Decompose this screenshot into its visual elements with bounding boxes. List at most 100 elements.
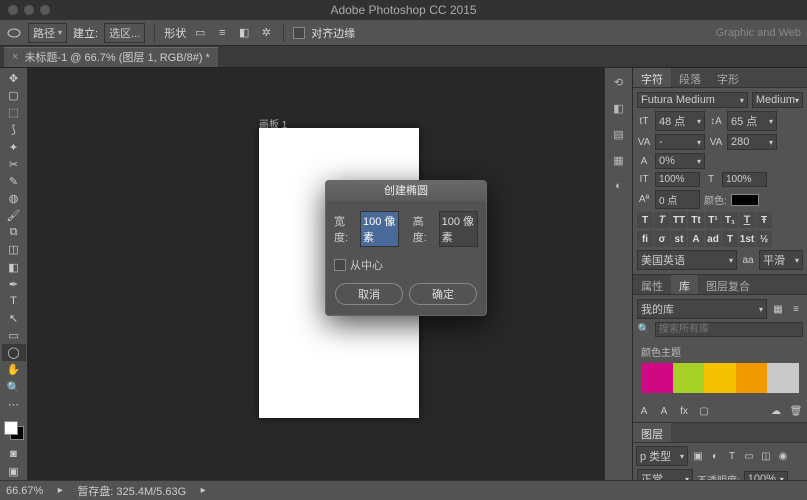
leading-input[interactable]: 65 点▾ bbox=[727, 111, 777, 131]
swatches-icon[interactable]: ▤ bbox=[611, 126, 627, 142]
filter-shape-icon[interactable]: ▭ bbox=[742, 449, 756, 463]
baseline-input[interactable]: 0%▾ bbox=[655, 153, 705, 169]
lib-fx-icon[interactable]: fx bbox=[677, 404, 691, 418]
ot-half[interactable]: ½ bbox=[756, 231, 772, 247]
superscript-button[interactable]: T¹ bbox=[705, 212, 721, 228]
scale-h-input[interactable]: 100% bbox=[722, 172, 767, 187]
tab-layers[interactable]: 图层 bbox=[633, 423, 671, 442]
adjustments-icon[interactable]: ◐ bbox=[611, 178, 627, 194]
type-tool[interactable]: T bbox=[2, 293, 26, 310]
lib-char-icon[interactable]: A bbox=[637, 404, 651, 418]
filter-adj-icon[interactable]: ◐ bbox=[708, 449, 722, 463]
kerning-input[interactable]: -▾ bbox=[655, 134, 705, 150]
pen-tool[interactable]: ✒ bbox=[2, 276, 26, 293]
height-input[interactable]: 100 像素 bbox=[439, 211, 478, 247]
ot-ad[interactable]: ad bbox=[705, 231, 721, 247]
italic-button[interactable]: T bbox=[654, 212, 670, 228]
quick-mask-icon[interactable]: ◙ bbox=[2, 446, 26, 463]
magic-wand-tool[interactable]: ✦ bbox=[2, 139, 26, 156]
color-icon[interactable]: ◧ bbox=[611, 100, 627, 116]
styles-icon[interactable]: ▦ bbox=[611, 152, 627, 168]
close-icon[interactable] bbox=[8, 5, 18, 15]
document-tab[interactable]: × 未标题-1 @ 66.7% (图层 1, RGB/8#) * bbox=[4, 47, 218, 67]
path-tool[interactable]: ↖ bbox=[2, 310, 26, 327]
zoom-level[interactable]: 66.67% bbox=[6, 485, 43, 497]
align-edges-checkbox[interactable] bbox=[293, 27, 305, 39]
font-family-select[interactable]: Futura Medium▾ bbox=[637, 92, 748, 108]
canvas[interactable]: 画板 1 bbox=[28, 68, 604, 480]
ok-button[interactable]: 确定 bbox=[409, 283, 477, 305]
color-swatch[interactable] bbox=[4, 421, 24, 440]
filter-type-icon[interactable]: T bbox=[725, 449, 739, 463]
tracking-input[interactable]: 280▾ bbox=[727, 134, 777, 150]
zoom-tool[interactable]: 🔍 bbox=[2, 379, 26, 396]
language-select[interactable]: 美国英语▾ bbox=[637, 250, 737, 270]
close-tab-icon[interactable]: × bbox=[12, 51, 18, 63]
combine-icon[interactable]: ▭ bbox=[192, 25, 208, 41]
color-theme-swatches[interactable] bbox=[641, 363, 799, 393]
filter-smart-icon[interactable]: ◫ bbox=[759, 449, 773, 463]
smallcaps-button[interactable]: Tt bbox=[688, 212, 704, 228]
screen-mode-icon[interactable]: ▣ bbox=[2, 463, 26, 480]
move-tool[interactable]: ✥ bbox=[2, 70, 26, 87]
tab-libraries[interactable]: 库 bbox=[671, 275, 698, 294]
ot-st[interactable]: st bbox=[671, 231, 687, 247]
path-mode-dropdown[interactable]: 路径▾ bbox=[28, 23, 67, 43]
scale-v-input[interactable]: 100% bbox=[655, 172, 700, 187]
ot-o[interactable]: σ bbox=[654, 231, 670, 247]
filter-img-icon[interactable]: ▣ bbox=[691, 449, 705, 463]
eyedropper-tool[interactable]: ✎ bbox=[2, 173, 26, 190]
crop-tool[interactable]: ✂ bbox=[2, 156, 26, 173]
marquee-tool[interactable]: ⬚ bbox=[2, 104, 26, 121]
tab-properties[interactable]: 属性 bbox=[633, 275, 671, 294]
shift-input[interactable]: 0 点 bbox=[655, 190, 700, 209]
caps-button[interactable]: TT bbox=[671, 212, 687, 228]
list-view-icon[interactable]: ≡ bbox=[789, 302, 803, 316]
lasso-tool[interactable]: ⟆ bbox=[2, 121, 26, 138]
layer-kind-select[interactable]: p 类型▾ bbox=[636, 446, 688, 466]
arrange-icon[interactable]: ◧ bbox=[236, 25, 252, 41]
width-input[interactable]: 100 像素 bbox=[360, 211, 399, 247]
font-size-input[interactable]: 48 点▾ bbox=[655, 111, 705, 131]
blend-mode-select[interactable]: 正常▾ bbox=[637, 469, 693, 480]
subscript-button[interactable]: T₁ bbox=[722, 212, 738, 228]
opacity-input[interactable]: 100%▾ bbox=[744, 471, 788, 480]
font-style-select[interactable]: Medium▾ bbox=[752, 92, 803, 108]
cancel-button[interactable]: 取消 bbox=[335, 283, 403, 305]
grid-view-icon[interactable]: ▦ bbox=[771, 302, 785, 316]
history-icon[interactable]: ⟲ bbox=[611, 74, 627, 90]
shape-tool-icon[interactable] bbox=[6, 25, 22, 41]
tab-glyphs[interactable]: 字形 bbox=[709, 68, 747, 87]
healing-tool[interactable]: ◍ bbox=[2, 190, 26, 207]
gradient-tool[interactable]: ◧ bbox=[2, 259, 26, 276]
status-menu-icon[interactable]: ▸ bbox=[196, 484, 210, 498]
antialias-select[interactable]: 平滑▾ bbox=[759, 250, 803, 270]
align-icon[interactable]: ≡ bbox=[214, 25, 230, 41]
underline-button[interactable]: T bbox=[739, 212, 755, 228]
ot-fi[interactable]: fi bbox=[637, 231, 653, 247]
ellipse-tool[interactable]: ◯ bbox=[2, 344, 26, 361]
tab-layer-comps[interactable]: 图层复合 bbox=[698, 275, 758, 294]
lib-color-icon[interactable]: ▢ bbox=[697, 404, 711, 418]
selection-dropdown[interactable]: 选区... bbox=[104, 23, 145, 43]
bold-button[interactable]: T bbox=[637, 212, 653, 228]
library-select[interactable]: 我的库▾ bbox=[637, 299, 767, 319]
ot-A[interactable]: A bbox=[688, 231, 704, 247]
text-color-swatch[interactable] bbox=[731, 194, 759, 206]
zoom-menu-icon[interactable]: ▸ bbox=[53, 484, 67, 498]
filter-toggle-icon[interactable]: ◉ bbox=[776, 449, 790, 463]
artboard-tool[interactable]: ▢ bbox=[2, 87, 26, 104]
maximize-icon[interactable] bbox=[40, 5, 50, 15]
library-search-input[interactable] bbox=[655, 322, 803, 337]
strike-button[interactable]: Ŧ bbox=[756, 212, 772, 228]
tab-paragraph[interactable]: 段落 bbox=[671, 68, 709, 87]
eraser-tool[interactable]: ◫ bbox=[2, 241, 26, 258]
minimize-icon[interactable] bbox=[24, 5, 34, 15]
tab-character[interactable]: 字符 bbox=[633, 68, 671, 87]
clone-tool[interactable]: ⧉ bbox=[2, 224, 26, 241]
hand-tool[interactable]: ✋ bbox=[2, 361, 26, 378]
ot-1st[interactable]: 1st bbox=[739, 231, 755, 247]
more-tools[interactable]: ⋯ bbox=[2, 396, 26, 413]
gear-icon[interactable]: ✲ bbox=[258, 25, 274, 41]
ot-T[interactable]: T bbox=[722, 231, 738, 247]
